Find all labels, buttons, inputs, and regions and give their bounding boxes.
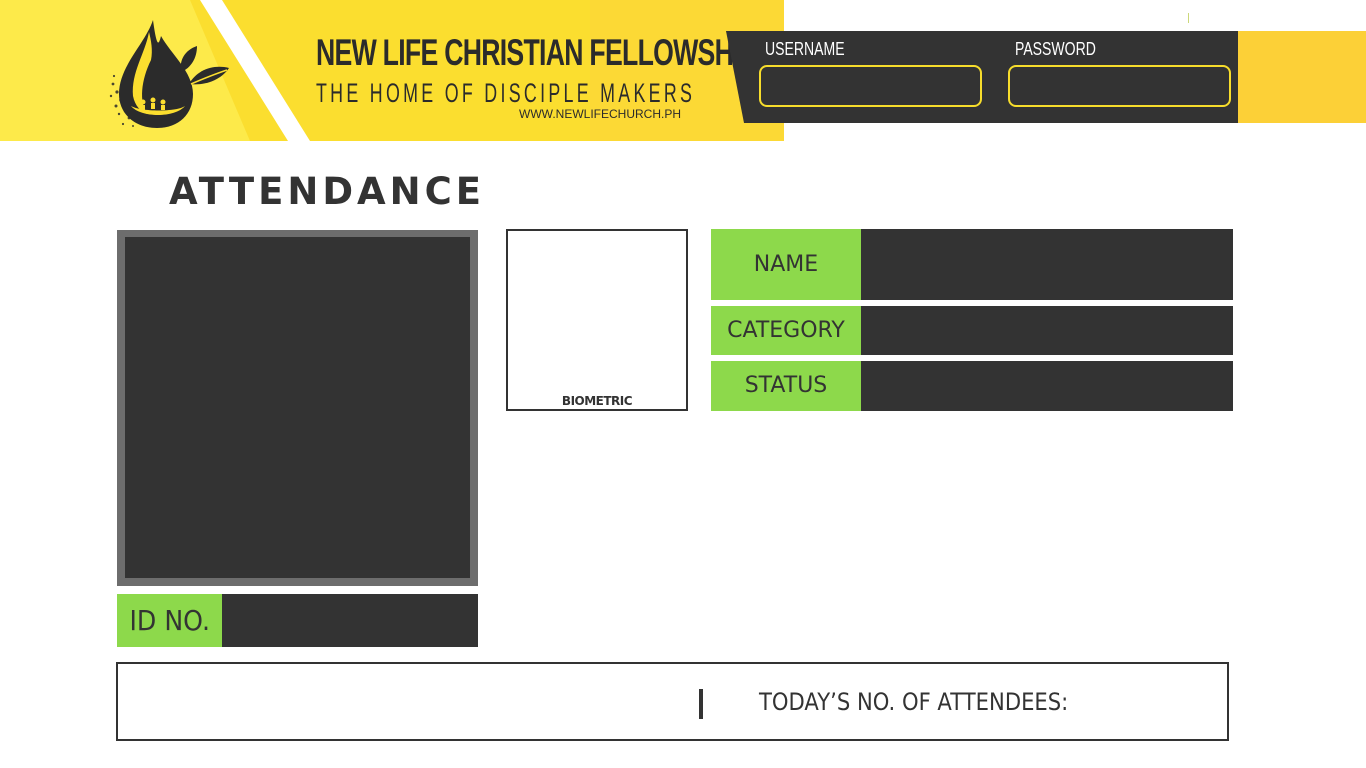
divider [699,689,703,719]
decorative-tick [1188,13,1189,23]
name-label: NAME [711,229,861,300]
organization-name: NEW LIFE CHRISTIAN FELLOWSHIP [316,32,758,73]
page-title: ATTENDANCE [169,170,486,213]
name-value [861,229,1233,300]
password-input[interactable] [1008,65,1231,107]
status-value [861,361,1233,411]
organization-website: WWW.NEWLIFECHURCH.PH [519,107,681,121]
status-label: STATUS [711,361,861,411]
header-banner: NEW LIFE CHRISTIAN FELLOWSHIP THE HOME O… [0,0,784,141]
biometric-scanner-box[interactable]: BIOMETRIC [506,229,688,411]
organization-tagline: THE HOME OF DISCIPLE MAKERS [316,78,696,108]
category-label: CATEGORY [711,306,861,355]
username-input[interactable] [759,65,982,107]
id-number-label: ID NO. [117,594,222,647]
member-photo [125,237,470,578]
id-number-value [222,594,478,647]
category-value [861,306,1233,355]
biometric-label: BIOMETRIC [561,394,633,408]
login-accent-block [1232,31,1366,123]
attendees-count-label: TODAY’S NO. OF ATTENDEES: [759,688,1069,716]
attendance-summary-bar: TODAY’S NO. OF ATTENDEES: [116,662,1229,741]
username-label: USERNAME [765,39,845,59]
church-logo-icon [109,20,229,128]
password-label: PASSWORD [1015,39,1096,59]
member-photo-frame [117,230,478,586]
